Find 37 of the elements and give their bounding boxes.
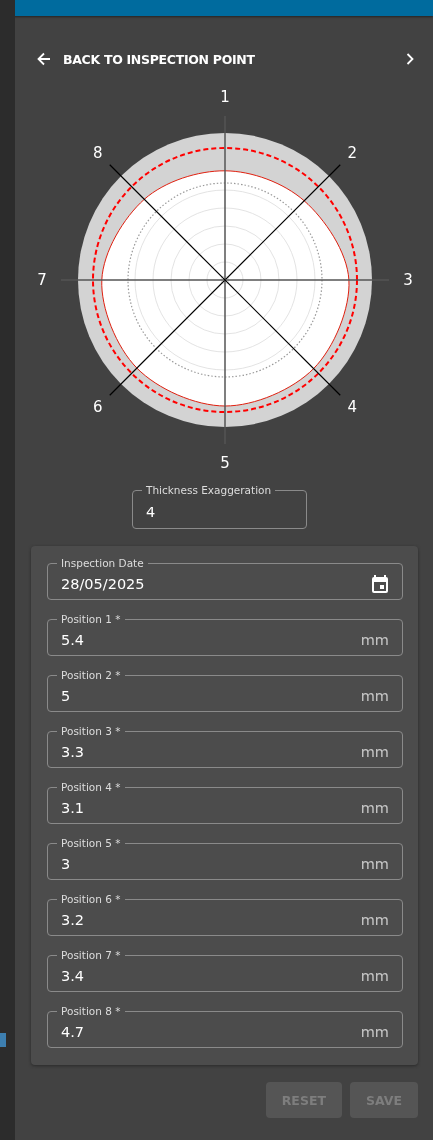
- axis-label: 5: [220, 454, 230, 472]
- field-value: 3.1: [61, 799, 86, 816]
- unit-label: mm: [360, 799, 389, 816]
- unit-label: mm: [360, 687, 389, 704]
- field-value: 3.2: [61, 911, 86, 928]
- field-label: Position 2 *: [57, 668, 125, 682]
- field-value: 3.3: [61, 743, 86, 760]
- unit-label: mm: [360, 855, 389, 872]
- axis-label: 8: [92, 143, 103, 162]
- field-value: 5.4: [61, 631, 86, 648]
- field-value: 5: [61, 687, 72, 704]
- field-value: 4: [146, 503, 157, 520]
- field-label: Position 5 *: [57, 836, 125, 850]
- field-label: Thickness Exaggeration: [142, 483, 276, 497]
- field-label: Position 8 *: [57, 1004, 125, 1018]
- field-label: Position 1 *: [57, 612, 125, 626]
- unit-label: mm: [360, 743, 389, 760]
- field-label: Position 7 *: [57, 948, 125, 962]
- axis-label: 4: [347, 398, 358, 417]
- field-value: 4.7: [61, 1023, 86, 1040]
- field-label: Position 6 *: [57, 892, 125, 906]
- field-label: Position 4 *: [57, 780, 125, 794]
- field-value: 3: [61, 855, 72, 872]
- axis-label: 1: [220, 88, 230, 106]
- field-value: 3.4: [61, 967, 86, 984]
- axis-label: 3: [403, 271, 413, 289]
- field-label: Position 3 *: [57, 724, 125, 738]
- field-value: 28/05/2025: [61, 575, 146, 592]
- axis-label: 6: [92, 398, 103, 417]
- unit-label: mm: [360, 631, 389, 648]
- unit-label: mm: [360, 1023, 389, 1040]
- field-label: Inspection Date: [57, 556, 148, 570]
- axis-label: 7: [37, 271, 47, 289]
- axis-label: 2: [347, 143, 358, 162]
- unit-label: mm: [360, 911, 389, 928]
- back-link[interactable]: BACK TO INSPECTION POINT: [63, 51, 405, 67]
- unit-label: mm: [360, 967, 389, 984]
